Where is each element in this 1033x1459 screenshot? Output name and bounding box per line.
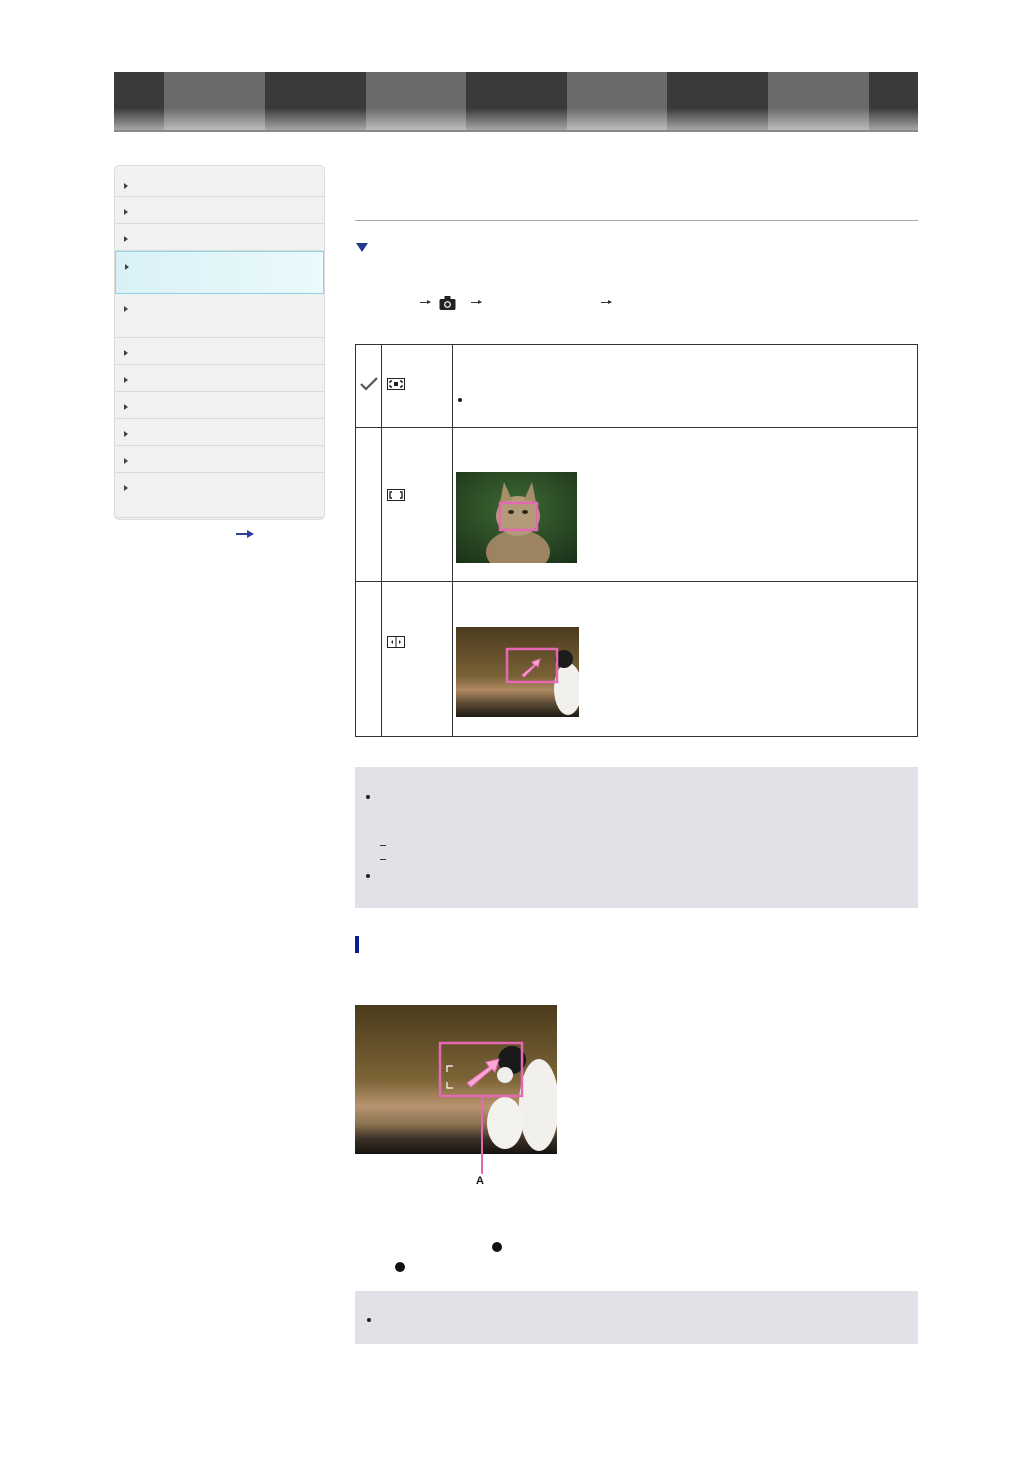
sidebar-item[interactable] <box>115 338 324 365</box>
caret-right-icon <box>124 377 128 383</box>
nav-tab[interactable] <box>869 72 918 130</box>
caret-right-icon <box>124 431 128 437</box>
cat-face-focus-photo <box>456 472 577 563</box>
caret-right-icon <box>124 306 128 312</box>
flexible-spot-af-icon <box>387 636 405 648</box>
sidebar-item[interactable] <box>115 251 324 294</box>
af-area-options-table <box>355 344 918 737</box>
sidebar-item[interactable] <box>115 224 324 251</box>
caret-right-icon <box>124 404 128 410</box>
right-arrow-icon[interactable] <box>236 530 254 538</box>
checkmark-icon <box>360 377 378 391</box>
sidebar-item[interactable] <box>115 171 324 197</box>
callout-line <box>481 1096 483 1174</box>
header-divider <box>114 130 918 132</box>
nav-tab[interactable] <box>114 72 164 130</box>
nav-tab[interactable] <box>164 72 265 130</box>
sidebar-item[interactable] <box>115 419 324 446</box>
nav-tab[interactable] <box>265 72 366 130</box>
right-arrow-icon <box>420 300 431 304</box>
title-divider <box>355 220 918 221</box>
caret-right-icon <box>125 264 129 270</box>
sidebar-item[interactable] <box>115 446 324 473</box>
right-arrow-icon <box>601 300 612 304</box>
bullet <box>366 874 370 878</box>
right-arrow-icon <box>471 300 482 304</box>
nav-tab[interactable] <box>366 72 466 130</box>
cat-flexible-spot-large-photo <box>355 1005 557 1154</box>
sidebar-menu <box>114 165 325 520</box>
subsection-marker <box>355 936 359 953</box>
note-box <box>355 1291 918 1344</box>
bullet <box>366 795 370 799</box>
bullet-dot <box>395 1262 405 1272</box>
page-title <box>355 180 918 210</box>
caret-right-icon <box>124 485 128 491</box>
dash <box>380 859 386 860</box>
sidebar-item[interactable] <box>115 197 324 224</box>
dash <box>380 845 386 846</box>
caret-right-icon <box>124 236 128 242</box>
caret-right-icon <box>124 209 128 215</box>
sidebar-item[interactable] <box>115 473 324 518</box>
caret-right-icon <box>124 183 128 189</box>
bullet <box>458 398 462 402</box>
caret-right-icon <box>124 350 128 356</box>
sidebar-item[interactable] <box>115 365 324 392</box>
bullet <box>367 1318 371 1322</box>
bullet-dot <box>492 1242 502 1252</box>
nav-tab[interactable] <box>667 72 768 130</box>
caret-right-icon <box>124 458 128 464</box>
nav-tab[interactable] <box>466 72 567 130</box>
wide-af-area-icon <box>387 378 405 390</box>
camera-icon <box>439 296 456 310</box>
triangle-down-icon[interactable] <box>356 243 368 252</box>
nav-tab[interactable] <box>567 72 667 130</box>
sidebar-item[interactable] <box>115 294 324 338</box>
sidebar-item[interactable] <box>115 392 324 419</box>
center-af-area-icon <box>387 489 405 501</box>
callout-label: A <box>476 1175 484 1187</box>
top-navigation-bar <box>114 72 918 130</box>
cat-flexible-spot-photo <box>456 627 579 717</box>
note-box <box>355 767 918 908</box>
nav-tab[interactable] <box>768 72 869 130</box>
